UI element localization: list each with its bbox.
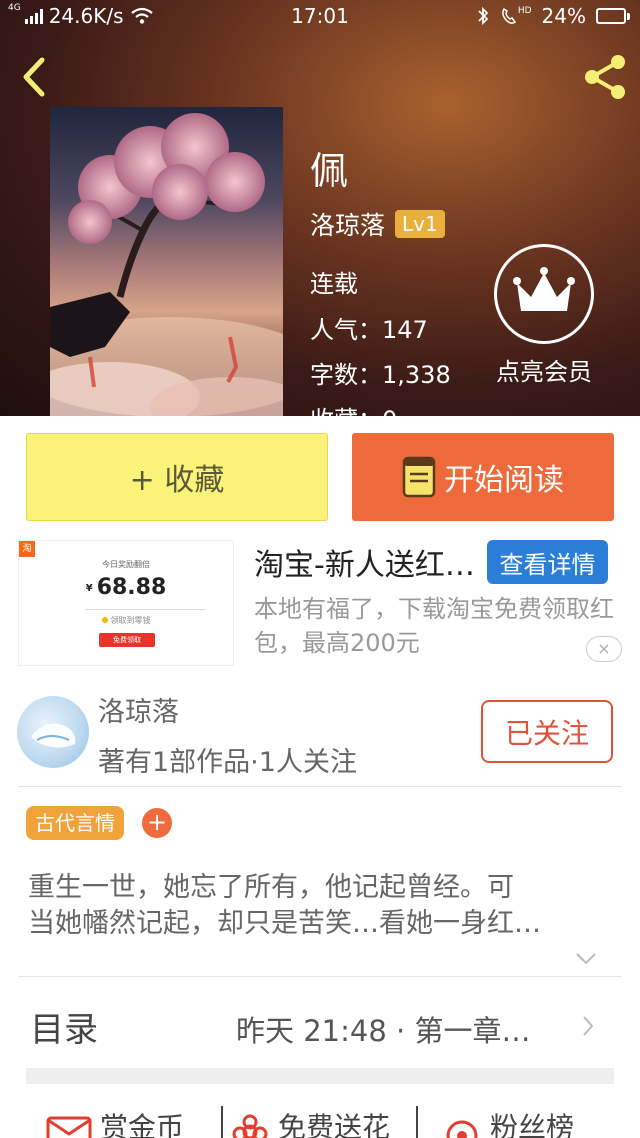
author-card-meta: 著有1部作品·1人关注	[98, 747, 357, 778]
back-button[interactable]	[14, 52, 58, 102]
ad-image[interactable]: 淘 今日奖励翻倍 ¥68.88 领取到零钱 免费领取	[18, 540, 234, 666]
vip-button[interactable]: 点亮会员	[486, 244, 602, 387]
cover-art-image	[50, 113, 283, 416]
word-count-stat: 字数：1,338	[310, 355, 451, 390]
start-reading-button[interactable]: 开始阅读	[352, 433, 614, 521]
book-cover[interactable]	[50, 107, 283, 416]
divider	[416, 1106, 418, 1138]
share-button[interactable]	[578, 50, 632, 104]
divider	[18, 976, 622, 977]
author-row: 洛琼落 Lv1	[310, 206, 445, 242]
popularity-value: 147	[382, 316, 428, 344]
target-icon	[446, 1120, 478, 1138]
ad-image-amount: ¥68.88	[85, 575, 167, 600]
latest-chapter[interactable]: 昨天 21:48 · 第一章…	[236, 1008, 530, 1050]
fan-ranking-label: 粉丝榜	[490, 1111, 575, 1138]
start-reading-label: 开始阅读	[444, 463, 564, 498]
catalog-label[interactable]: 目录	[30, 1002, 98, 1051]
ad-image-title: 今日奖励翻倍	[102, 560, 150, 569]
vip-label: 点亮会员	[496, 358, 592, 386]
popularity-label: 人气：	[310, 316, 382, 344]
chevron-right-icon	[583, 1016, 594, 1036]
ad-description: 本地有福了，下载淘宝免费领取红包，最高200元	[254, 595, 614, 657]
chevron-down-icon	[576, 953, 596, 965]
author-card-name[interactable]: 洛琼落	[98, 690, 179, 729]
taobao-logo: 淘	[19, 541, 35, 557]
author-name[interactable]: 洛琼落	[310, 206, 385, 242]
favorites-value: 0	[382, 406, 397, 416]
ad-image-divider	[85, 609, 205, 610]
intro-line-1: 重生一世，她忘了所有，他记起曾经。可	[28, 872, 514, 903]
ad-image-tip: 领取到零钱	[19, 615, 233, 626]
add-tag-button[interactable]: +	[142, 808, 172, 838]
send-flowers-label: 免费送花	[278, 1111, 391, 1138]
word-count-label: 字数：	[310, 361, 382, 389]
crown-icon	[513, 267, 575, 311]
ad-detail-button[interactable]: 查看详情	[487, 540, 608, 584]
catalog-arrow-button[interactable]	[580, 1014, 596, 1038]
serial-status: 连载	[310, 270, 358, 298]
book-header: 4G 24.6K/s 17:01 HD 24% 佩 洛琼落 Lv1 连载 人气：…	[0, 0, 640, 416]
section-separator	[26, 1068, 614, 1084]
book-intro[interactable]: 重生一世，她忘了所有，他记起曾经。可 当她幡然记起，却只是苦笑…看她一身红…	[28, 870, 614, 942]
share-icon	[585, 55, 625, 99]
tip-coins-button[interactable]: 赏金币	[46, 1106, 184, 1138]
fan-ranking-button[interactable]: 粉丝榜	[442, 1106, 574, 1138]
ad-image-button: 免费领取	[99, 633, 155, 647]
vip-circle	[494, 244, 594, 344]
expand-intro-button[interactable]	[574, 948, 598, 968]
genre-tag[interactable]: 古代言情	[26, 806, 124, 840]
send-flowers-button[interactable]: 免费送花	[230, 1106, 390, 1138]
hd-call-icon: HD	[500, 6, 532, 26]
book-title: 佩	[310, 149, 349, 193]
favorites-stat: 收藏：0	[310, 400, 397, 416]
favorites-label: 收藏：	[310, 406, 382, 416]
book-icon	[402, 456, 436, 498]
ad-close-button[interactable]: ×	[586, 636, 622, 662]
ad-title[interactable]: 淘宝-新人送红…	[254, 540, 475, 584]
bluetooth-icon	[478, 6, 489, 26]
chevron-left-icon	[23, 57, 45, 97]
battery-percent: 24%	[541, 4, 586, 28]
avatar-image	[31, 723, 76, 748]
avatar[interactable]	[17, 696, 89, 768]
tip-coins-label: 赏金币	[100, 1111, 185, 1138]
envelope-icon	[46, 1116, 92, 1138]
popularity-stat: 人气：147	[310, 310, 428, 345]
collect-button[interactable]: + 收藏	[26, 433, 328, 521]
divider	[18, 786, 622, 787]
battery-icon	[596, 8, 630, 24]
divider	[221, 1106, 223, 1138]
level-badge: Lv1	[395, 210, 445, 238]
word-count-value: 1,338	[382, 361, 451, 389]
intro-line-2: 当她幡然记起，却只是苦笑…看她一身红…	[28, 908, 541, 939]
status-bar: 4G 24.6K/s 17:01 HD 24%	[0, 0, 640, 34]
flower-icon	[232, 1114, 268, 1138]
follow-button[interactable]: 已关注	[481, 700, 613, 763]
